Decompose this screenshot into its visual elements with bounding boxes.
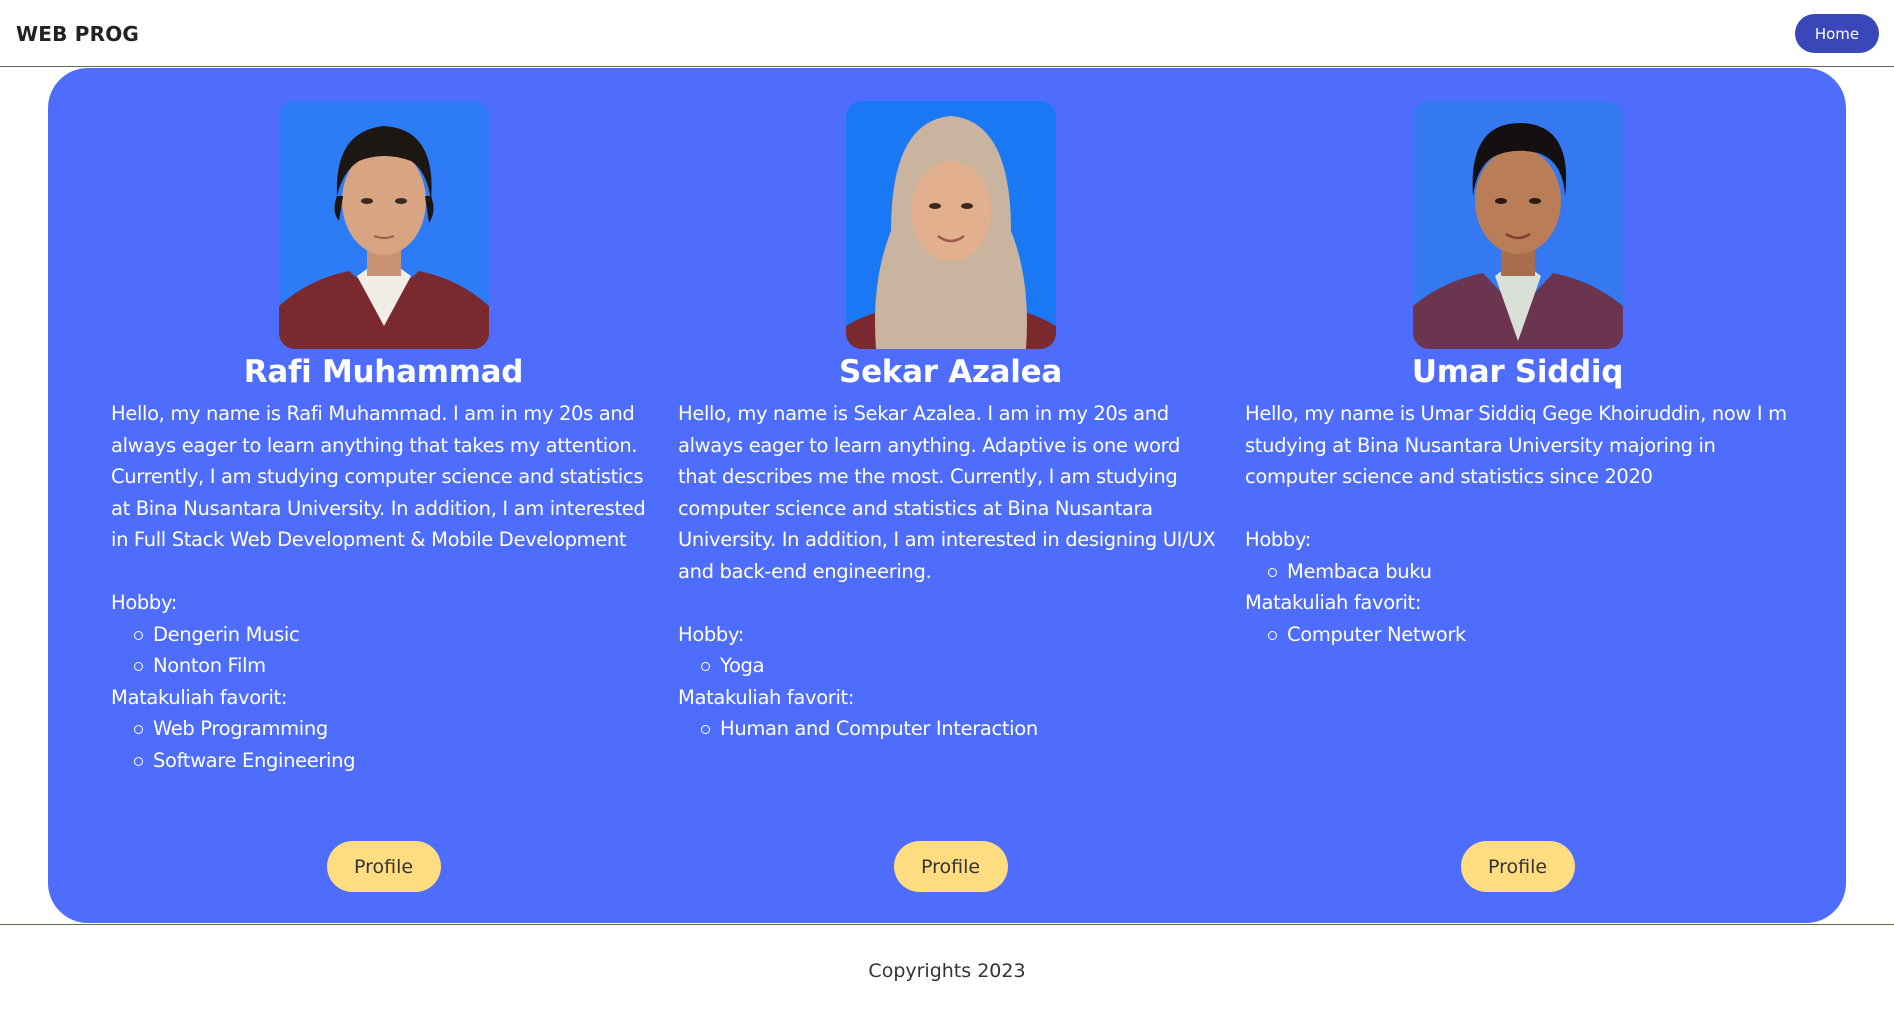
member-card-sekar: Sekar Azalea Hello, my name is Sekar Aza… bbox=[678, 68, 1223, 923]
profile-button[interactable]: Profile bbox=[1460, 841, 1575, 892]
course-list: Web Programming Software Engineering bbox=[111, 713, 656, 776]
members-panel: Rafi Muhammad Hello, my name is Rafi Muh… bbox=[48, 68, 1846, 923]
brand-logo-text[interactable]: WEB PROG bbox=[16, 22, 139, 46]
hobby-item: Membaca buku bbox=[1268, 556, 1790, 588]
member-photo bbox=[1412, 101, 1623, 349]
member-bio: Hello, my name is Umar Siddiq Gege Khoir… bbox=[1245, 402, 1787, 488]
course-list: Human and Computer Interaction bbox=[678, 713, 1223, 745]
member-bio-block: Hello, my name is Umar Siddiq Gege Khoir… bbox=[1245, 398, 1790, 650]
member-bio-block: Hello, my name is Rafi Muhammad. I am in… bbox=[111, 398, 656, 776]
course-item: Computer Network bbox=[1268, 619, 1790, 651]
home-button[interactable]: Home bbox=[1795, 14, 1879, 53]
hobby-item: Dengerin Music bbox=[134, 619, 656, 651]
courses-label: Matakuliah favorit: bbox=[678, 685, 855, 709]
member-card-rafi: Rafi Muhammad Hello, my name is Rafi Muh… bbox=[111, 68, 656, 923]
hobby-label: Hobby: bbox=[111, 591, 177, 614]
courses-label: Matakuliah favorit: bbox=[1245, 591, 1422, 614]
course-list: Computer Network bbox=[1245, 619, 1790, 651]
member-name: Sekar Azalea bbox=[839, 354, 1062, 390]
hobby-list: Membaca buku bbox=[1245, 556, 1790, 588]
member-card-umar: Umar Siddiq Hello, my name is Umar Siddi… bbox=[1245, 68, 1790, 923]
hobby-item: Nonton Film bbox=[134, 650, 656, 682]
hobby-label: Hobby: bbox=[678, 622, 744, 646]
profile-button[interactable]: Profile bbox=[326, 841, 441, 892]
member-photo bbox=[845, 101, 1056, 349]
member-name: Rafi Muhammad bbox=[243, 354, 524, 390]
hobby-item: Yoga bbox=[701, 650, 1223, 682]
hobby-list: Dengerin Music Nonton Film bbox=[111, 619, 656, 682]
navbar: WEB PROG Home bbox=[0, 0, 1894, 67]
member-photo bbox=[278, 101, 489, 349]
profile-button[interactable]: Profile bbox=[893, 841, 1008, 892]
footer-divider bbox=[0, 924, 1894, 925]
member-bio: Hello, my name is Rafi Muhammad. I am in… bbox=[111, 402, 646, 551]
member-name: Umar Siddiq bbox=[1411, 354, 1624, 390]
member-bio-block: Hello, my name is Sekar Azalea. I am in … bbox=[678, 398, 1223, 745]
course-item: Web Programming bbox=[134, 713, 656, 745]
footer-copyright: Copyrights 2023 bbox=[868, 960, 1026, 982]
courses-label: Matakuliah favorit: bbox=[111, 685, 288, 709]
course-item: Human and Computer Interaction bbox=[701, 713, 1223, 745]
hobby-label: Hobby: bbox=[1245, 528, 1311, 551]
course-item: Software Engineering bbox=[134, 745, 656, 777]
member-bio: Hello, my name is Sekar Azalea. I am in … bbox=[678, 402, 1216, 583]
hobby-list: Yoga bbox=[678, 650, 1223, 682]
